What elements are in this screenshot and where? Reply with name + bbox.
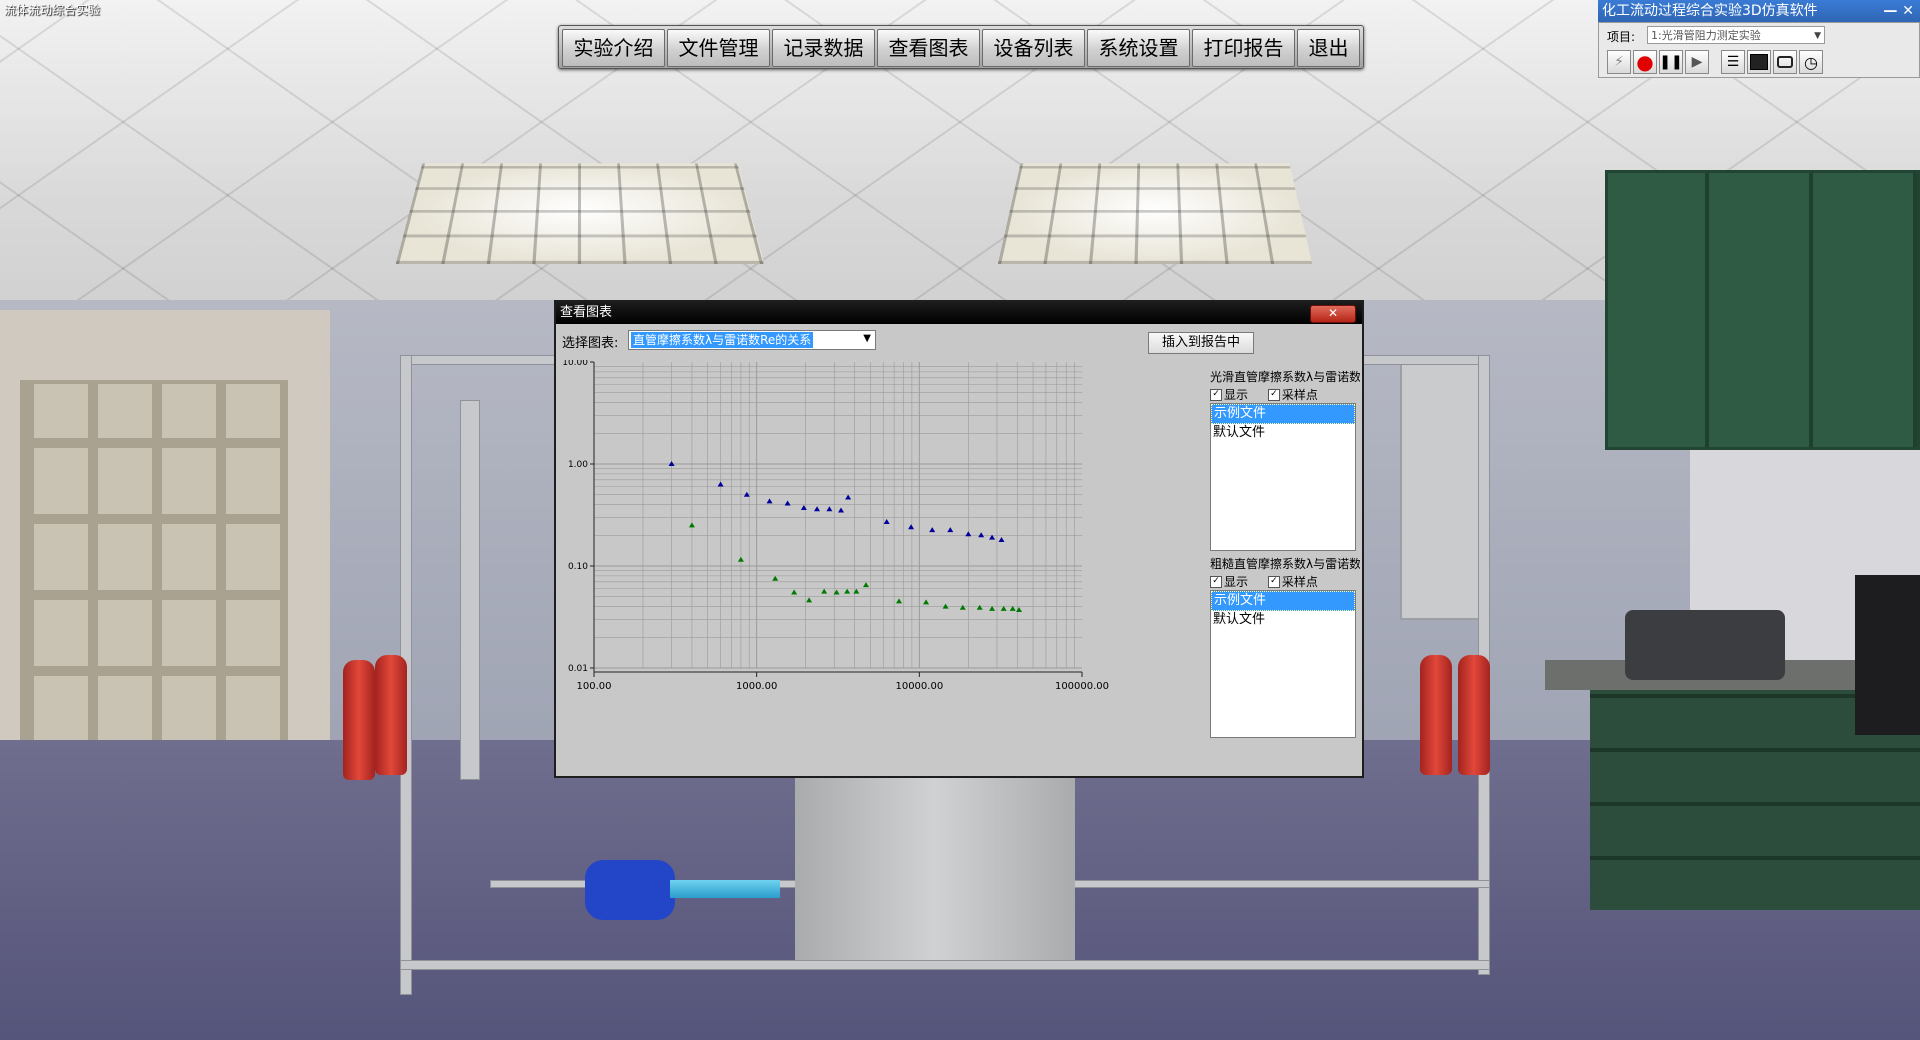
ceiling-lamp-right — [997, 163, 1313, 265]
chart-select-value: 直管摩擦系数λ与雷诺数Re的关系 — [631, 332, 814, 348]
menu-record-data-button[interactable]: 记录数据 — [772, 29, 875, 67]
show-checkbox-rough[interactable]: ✓ — [1210, 575, 1222, 588]
control-panel[interactable] — [1400, 360, 1490, 620]
legend-smooth-title: 光滑直管摩擦系数λ与雷诺数 — [1210, 370, 1360, 384]
legend-smooth-checks: ✓ 显示 ✓ 采样点 — [1210, 386, 1360, 402]
project-select-value: 1:光滑管阻力测定实验 — [1651, 29, 1761, 42]
file-item-example[interactable]: 示例文件 — [1211, 404, 1355, 424]
wall-cabinet — [1605, 170, 1920, 450]
points-label: 采样点 — [1281, 388, 1318, 402]
camera-button[interactable] — [1773, 50, 1797, 74]
chart-area: 100.00 1000.00 10000.00 100000.00 10.00 1.00 0… — [558, 360, 1208, 768]
record-icon: ● — [1636, 50, 1654, 74]
chart-svg: 100.00 1000.00 10000.00 100000.00 10.00 1.00 0… — [562, 360, 1109, 692]
camera-icon — [1777, 56, 1793, 68]
window-controls[interactable]: — ✕ — [1883, 0, 1914, 22]
legend-smooth-pipe: 光滑直管摩擦系数λ与雷诺数 ✓ 显示 ✓ 采样点 示例文件 默认文件 — [1210, 368, 1360, 551]
points-checkbox-smooth[interactable]: ✓ — [1267, 388, 1280, 401]
record-button[interactable]: ● — [1633, 50, 1657, 74]
clock-button[interactable]: ◷ — [1799, 50, 1823, 74]
centrifugal-pump[interactable] — [585, 860, 675, 920]
monitor — [1855, 575, 1920, 735]
pause-button[interactable]: ❚❚ — [1659, 50, 1683, 74]
list-button[interactable]: ☰ — [1721, 50, 1745, 74]
dialog-title: 查看图表 — [560, 305, 613, 320]
y-tick-label: 0.01 — [568, 664, 588, 674]
flash-icon: ⚡ — [1614, 54, 1624, 70]
printer — [1625, 610, 1785, 680]
legend-rough-pipe: 粗糙直管摩擦系数λ与雷诺数 ✓ 显示 ✓ 采样点 示例文件 默认文件 — [1210, 555, 1360, 738]
show-checkbox-smooth[interactable]: ✓ — [1210, 388, 1222, 401]
frame-bottom-bar — [400, 960, 1490, 970]
x-tick-label: 1000.00 — [736, 681, 777, 692]
side-panel-title: 化工流动过程综合实验3D仿真软件 — ✕ — [1598, 0, 1920, 22]
inlet-pipe — [670, 880, 780, 898]
flash-button[interactable]: ⚡ — [1607, 50, 1631, 74]
legend-rough-checks: ✓ 显示 ✓ 采样点 — [1210, 573, 1360, 589]
x-tick-label: 10000.00 — [895, 681, 943, 692]
legend-rough-title: 粗糙直管摩擦系数λ与雷诺数 — [1210, 557, 1360, 571]
insert-to-report-button[interactable]: 插入到报告中 — [1148, 332, 1254, 354]
list-icon: ☰ — [1726, 54, 1740, 70]
vertical-pipe — [460, 400, 480, 780]
plot-background — [594, 362, 1082, 668]
file-item-example[interactable]: 示例文件 — [1211, 591, 1355, 611]
dialog-title-bar[interactable]: 查看图表 ✕ — [556, 302, 1362, 324]
fire-extinguisher — [1458, 655, 1490, 775]
view-chart-dialog: 查看图表 ✕ 选择图表: 直管摩擦系数λ与雷诺数Re的关系 ▼ 插入到报告中 1… — [554, 300, 1364, 778]
x-tick-label: 100000.00 — [1055, 681, 1109, 692]
play-button[interactable]: ▶ — [1685, 50, 1709, 74]
chart-select-label: 选择图表: — [562, 336, 619, 351]
menu-file-management-button[interactable]: 文件管理 — [667, 29, 770, 67]
side-panel-title-text: 化工流动过程综合实验3D仿真软件 — [1602, 3, 1818, 19]
y-tick-label: 0.10 — [568, 562, 588, 572]
chart-icon — [1750, 54, 1768, 70]
file-item-default[interactable]: 默认文件 — [1211, 611, 1355, 629]
fire-extinguisher — [375, 655, 407, 775]
dialog-close-button[interactable]: ✕ — [1310, 305, 1356, 323]
show-label: 显示 — [1224, 575, 1249, 589]
side-panel: 项目: 1:光滑管阻力测定实验 ▼ ⚡ ● ❚❚ ▶ ☰ ◷ — [1598, 22, 1920, 78]
chart-select-dropdown[interactable]: 直管摩擦系数λ与雷诺数Re的关系 ▼ — [628, 330, 876, 350]
file-list-smooth: 示例文件 默认文件 — [1210, 403, 1356, 551]
menu-exit-button[interactable]: 退出 — [1297, 29, 1360, 67]
file-item-default[interactable]: 默认文件 — [1211, 424, 1355, 442]
clock-icon: ◷ — [1804, 52, 1818, 72]
project-label: 项目: — [1607, 30, 1636, 44]
app-title: 流体流动综合实验 — [4, 3, 101, 17]
project-select[interactable]: 1:光滑管阻力测定实验 ▼ — [1647, 26, 1825, 44]
chart-button[interactable] — [1747, 50, 1771, 74]
pause-icon: ❚❚ — [1659, 54, 1683, 70]
x-tick-label: 100.00 — [577, 681, 612, 692]
play-icon: ▶ — [1691, 54, 1703, 70]
menu-system-settings-button[interactable]: 系统设置 — [1087, 29, 1190, 67]
points-label: 采样点 — [1281, 575, 1318, 589]
chevron-down-icon: ▼ — [863, 333, 871, 344]
show-label: 显示 — [1224, 388, 1249, 402]
top-menu-bar: 实验介绍 文件管理 记录数据 查看图表 设备列表 系统设置 打印报告 退出 — [558, 25, 1364, 69]
file-list-rough: 示例文件 默认文件 — [1210, 590, 1356, 738]
water-tank — [795, 770, 1075, 960]
y-tick-label: 1.00 — [568, 460, 588, 470]
y-tick-label: 10.00 — [562, 360, 588, 368]
chevron-down-icon: ▼ — [1814, 31, 1821, 41]
points-checkbox-rough[interactable]: ✓ — [1267, 575, 1280, 588]
menu-equipment-list-button[interactable]: 设备列表 — [982, 29, 1085, 67]
close-icon: ✕ — [1327, 306, 1339, 320]
menu-experiment-intro-button[interactable]: 实验介绍 — [562, 29, 665, 67]
fire-extinguisher — [1420, 655, 1452, 775]
ceiling-lamp-left — [395, 163, 765, 265]
fire-extinguisher — [343, 660, 375, 780]
menu-view-chart-button[interactable]: 查看图表 — [877, 29, 980, 67]
menu-print-report-button[interactable]: 打印报告 — [1192, 29, 1295, 67]
